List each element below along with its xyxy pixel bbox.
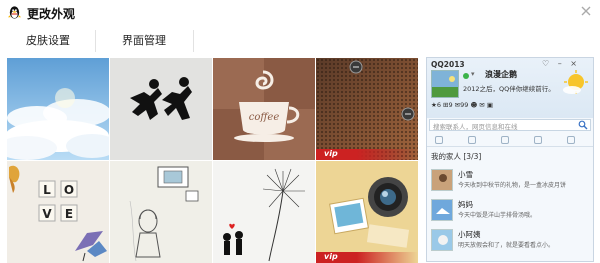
- qq-penguin-icon: [7, 6, 22, 19]
- tab-divider: [95, 30, 96, 52]
- chevron-down-icon: ▾: [471, 70, 475, 78]
- tab-bar: 皮肤设置 界面管理: [0, 28, 600, 54]
- vip-badge: vip: [324, 252, 338, 261]
- more-tab-icon: [567, 136, 575, 144]
- contact-signature: 今天收到中秋节的礼物，是一盒冰皮月饼: [458, 182, 567, 189]
- preview-group-label: 我的家人 [3/3]: [431, 152, 482, 161]
- avatar: [431, 229, 453, 251]
- skin-grid: coffee vip L O V E vip: [7, 58, 418, 263]
- preview-tab-bar: [427, 133, 593, 147]
- list-item: 小阿姨 明天放假会和了，就是要看看点小。: [431, 229, 591, 259]
- avatar: [431, 199, 453, 221]
- online-status-icon: [463, 73, 469, 79]
- skin-thumb-leather[interactable]: vip: [316, 58, 418, 160]
- tab-skin-settings[interactable]: 皮肤设置: [26, 32, 70, 48]
- skin-thumb-clouds[interactable]: [7, 58, 109, 160]
- tab-ui-management[interactable]: 界面管理: [122, 32, 166, 48]
- skin-preview-panel: QQ2013 ♡ – × ▾ 浪漫企鹅 2012之后，QQ伴你继续前行。 ★6 …: [426, 57, 594, 262]
- search-icon: [578, 120, 588, 130]
- skin-thumb-love[interactable]: L O V E: [7, 161, 109, 263]
- list-item: 妈妈 今天中饭是洋山芋排骨汤哦。: [431, 199, 591, 229]
- weather-sun-icon: [563, 70, 588, 94]
- preview-search-input: 搜索联系人，网页信息和在线: [429, 119, 591, 131]
- skin-thumb-camera[interactable]: vip: [316, 161, 418, 263]
- skin-thumb-dandelion[interactable]: [213, 161, 315, 263]
- vip-badge: vip: [324, 149, 338, 158]
- skin-thumb-silhouettes[interactable]: [110, 58, 212, 160]
- avatar: [431, 169, 453, 191]
- preview-window-buttons: ♡ – ×: [542, 59, 580, 68]
- love-tile-l: L: [43, 183, 51, 197]
- preview-header: QQ2013 ♡ – × ▾ 浪漫企鹅 2012之后，QQ伴你继续前行。 ★6 …: [427, 58, 593, 118]
- list-item: 小雪 今天收到中秋节的礼物，是一盒冰皮月饼: [431, 169, 591, 199]
- contact-signature: 今天中饭是洋山芋排骨汤哦。: [458, 212, 537, 219]
- love-tile-v: V: [42, 207, 52, 221]
- love-tile-o: O: [64, 183, 74, 197]
- title-bar: 更改外观: [0, 0, 600, 26]
- coffee-label: coffee: [249, 112, 280, 123]
- avatar: [431, 70, 459, 98]
- window-title: 更改外观: [27, 7, 76, 21]
- preview-signature: 2012之后，QQ伴你继续前行。: [463, 85, 555, 93]
- preview-search-placeholder: 搜索联系人，网页信息和在线: [433, 123, 518, 131]
- love-tile-e: E: [65, 207, 73, 221]
- discussion-tab-icon: [501, 136, 509, 144]
- close-icon[interactable]: [578, 3, 594, 19]
- preview-icon-row: ★6 ⊞9 ✉99 ☻ ✉ ▣: [431, 101, 493, 109]
- groups-tab-icon: [468, 136, 476, 144]
- preview-app-name: QQ2013: [431, 60, 465, 69]
- contact-name: 小雪: [458, 170, 473, 179]
- contact-signature: 明天放假会和了，就是要看看点小。: [458, 242, 555, 249]
- skin-thumb-sketch-girl[interactable]: [110, 161, 212, 263]
- contact-name: 小阿姨: [458, 230, 481, 239]
- contact-name: 妈妈: [458, 200, 473, 209]
- tab-divider: [193, 30, 194, 52]
- preview-nickname: 浪漫企鹅: [485, 70, 517, 79]
- skin-thumb-coffee[interactable]: coffee: [213, 58, 315, 160]
- recent-tab-icon: [534, 136, 542, 144]
- contacts-tab-icon: [435, 136, 443, 144]
